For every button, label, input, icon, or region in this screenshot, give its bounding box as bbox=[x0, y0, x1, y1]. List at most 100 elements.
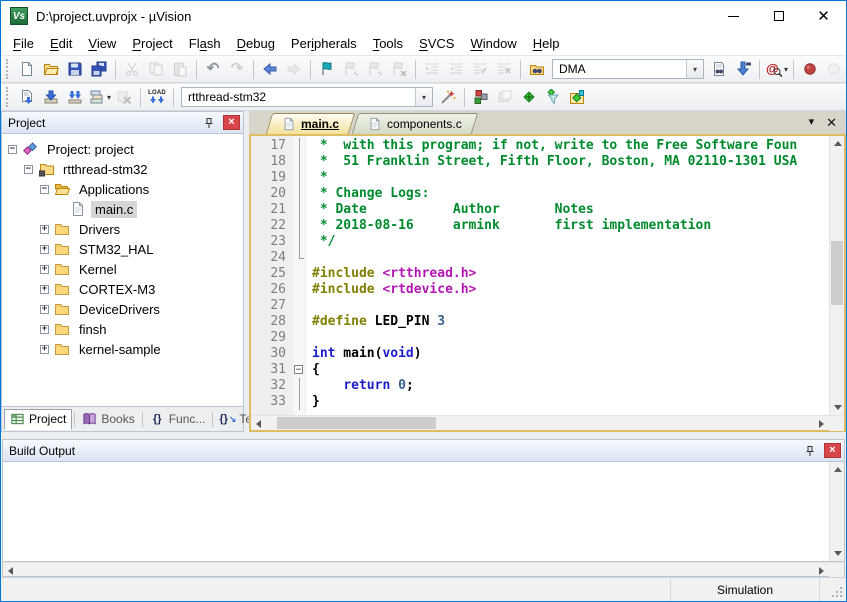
pin-icon[interactable] bbox=[201, 115, 217, 131]
tree-item-finsh[interactable]: +finsh bbox=[2, 319, 243, 339]
editor-tab-main-c[interactable]: main.c bbox=[269, 113, 352, 134]
menu-file[interactable]: File bbox=[5, 33, 42, 54]
panel-tab-books[interactable]: Books bbox=[77, 409, 139, 430]
code-line[interactable]: 29 bbox=[251, 330, 829, 346]
menu-debug[interactable]: Debug bbox=[229, 33, 283, 54]
menu-peripherals[interactable]: Peripherals bbox=[283, 33, 365, 54]
minimize-button[interactable] bbox=[711, 1, 756, 31]
expand-icon[interactable]: + bbox=[40, 245, 49, 254]
rebuild-button[interactable] bbox=[63, 85, 87, 109]
code-line[interactable]: 20 * Change Logs: bbox=[251, 186, 829, 202]
collapse-icon[interactable]: − bbox=[40, 185, 49, 194]
save-all-button[interactable] bbox=[87, 57, 111, 81]
menu-project[interactable]: Project bbox=[124, 33, 180, 54]
scroll-left-button[interactable] bbox=[251, 416, 266, 431]
bookmark-toggle-button[interactable] bbox=[315, 57, 339, 81]
save-button[interactable] bbox=[63, 57, 87, 81]
collapse-icon[interactable]: − bbox=[24, 165, 33, 174]
editor-horizontal-scrollbar[interactable] bbox=[251, 415, 844, 430]
code-line[interactable]: 27 bbox=[251, 298, 829, 314]
find-in-document-button[interactable] bbox=[707, 57, 731, 81]
tree-item-stm32-hal[interactable]: +STM32_HAL bbox=[2, 239, 243, 259]
code-line[interactable]: 30int main(void) bbox=[251, 346, 829, 362]
incremental-find-button[interactable] bbox=[731, 57, 755, 81]
menu-help[interactable]: Help bbox=[525, 33, 568, 54]
maximize-button[interactable] bbox=[756, 1, 801, 31]
select-software-packs-button[interactable] bbox=[541, 85, 565, 109]
panel-tab-func[interactable]: {}Func... bbox=[145, 409, 211, 430]
expand-icon[interactable]: + bbox=[40, 325, 49, 334]
code-line[interactable]: 18 * 51 Franklin Street, Fifth Floor, Bo… bbox=[251, 154, 829, 170]
menu-window[interactable]: Window bbox=[462, 33, 524, 54]
search-combo-dropdown[interactable]: ▾ bbox=[686, 60, 703, 78]
tree-item-rtthread-stm32[interactable]: −rtthread-stm32 bbox=[2, 159, 243, 179]
code-line[interactable]: 31−{ bbox=[251, 362, 829, 378]
expand-icon[interactable]: + bbox=[40, 345, 49, 354]
open-file-button[interactable] bbox=[39, 57, 63, 81]
code-line[interactable]: 26#include <rtdevice.h> bbox=[251, 282, 829, 298]
chevron-down-icon[interactable]: ▾ bbox=[784, 65, 788, 74]
resize-grip[interactable] bbox=[820, 578, 846, 601]
build-output-vertical-scrollbar[interactable] bbox=[829, 462, 844, 561]
project-panel-close-button[interactable]: × bbox=[223, 115, 240, 130]
tree-item-kernel[interactable]: +Kernel bbox=[2, 259, 243, 279]
navigate-back-button[interactable] bbox=[258, 57, 282, 81]
menu-tools[interactable]: Tools bbox=[365, 33, 411, 54]
scroll-right-button[interactable] bbox=[814, 563, 829, 578]
search-combo[interactable]: DMA▾ bbox=[552, 59, 704, 79]
tree-item-devicedrivers[interactable]: +DeviceDrivers bbox=[2, 299, 243, 319]
code-line[interactable]: 28#define LED_PIN 3 bbox=[251, 314, 829, 330]
code-editor[interactable]: 17 * with this program; if not, write to… bbox=[251, 136, 829, 415]
code-line[interactable]: 19 * bbox=[251, 170, 829, 186]
collapse-icon[interactable]: − bbox=[8, 145, 17, 154]
code-line[interactable]: 25#include <rtthread.h> bbox=[251, 266, 829, 282]
translate-button[interactable] bbox=[15, 85, 39, 109]
code-line[interactable]: 24 bbox=[251, 250, 829, 266]
code-line[interactable]: 32 return 0; bbox=[251, 378, 829, 394]
tree-item-main-c[interactable]: main.c bbox=[2, 199, 243, 219]
insert-breakpoint-button[interactable] bbox=[798, 57, 822, 81]
tree-item-drivers[interactable]: +Drivers bbox=[2, 219, 243, 239]
web-search-button[interactable]: @▾ bbox=[764, 57, 789, 81]
manage-project-items-button[interactable] bbox=[469, 85, 493, 109]
scroll-left-button[interactable] bbox=[3, 563, 18, 578]
pin-icon[interactable] bbox=[802, 443, 818, 459]
menu-svcs[interactable]: SVCS bbox=[411, 33, 462, 54]
expand-icon[interactable]: + bbox=[40, 265, 49, 274]
menu-view[interactable]: View bbox=[80, 33, 124, 54]
scroll-right-button[interactable] bbox=[814, 416, 829, 431]
batch-build-button[interactable]: ▾ bbox=[87, 85, 112, 109]
expand-icon[interactable]: + bbox=[40, 285, 49, 294]
code-line[interactable]: 33} bbox=[251, 394, 829, 410]
panel-tab-project[interactable]: Project bbox=[4, 409, 72, 430]
expand-icon[interactable]: + bbox=[40, 225, 49, 234]
scroll-up-button[interactable] bbox=[830, 136, 845, 151]
chevron-down-icon[interactable]: ▾ bbox=[107, 93, 111, 102]
tree-item-project-project[interactable]: −Project: project bbox=[2, 139, 243, 159]
close-button[interactable]: ✕ bbox=[801, 1, 846, 31]
new-file-button[interactable] bbox=[15, 57, 39, 81]
options-for-target-button[interactable] bbox=[436, 85, 460, 109]
code-line[interactable]: 21 * Date Author Notes bbox=[251, 202, 829, 218]
close-document-icon[interactable]: ✕ bbox=[826, 116, 837, 129]
scroll-down-button[interactable] bbox=[830, 546, 845, 561]
scroll-up-button[interactable] bbox=[830, 462, 845, 477]
expand-icon[interactable]: + bbox=[40, 305, 49, 314]
target-select-combo[interactable]: rtthread-stm32▾ bbox=[181, 87, 433, 107]
manage-rte-button[interactable] bbox=[517, 85, 541, 109]
tab-list-dropdown-icon[interactable]: ▾ bbox=[809, 117, 815, 128]
target-select-combo-dropdown[interactable]: ▾ bbox=[415, 88, 432, 106]
undo-button[interactable]: ↶ bbox=[201, 57, 225, 81]
fold-collapse-icon[interactable]: − bbox=[293, 362, 306, 378]
pack-installer-button[interactable] bbox=[565, 85, 589, 109]
code-line[interactable]: 23 */ bbox=[251, 234, 829, 250]
code-line[interactable]: 22 * 2018-08-16 armink first implementat… bbox=[251, 218, 829, 234]
build-output-horizontal-scrollbar[interactable] bbox=[2, 562, 845, 577]
tree-item-kernel-sample[interactable]: +kernel-sample bbox=[2, 339, 243, 359]
editor-tab-components-c[interactable]: components.c bbox=[355, 113, 475, 134]
panel-splitter[interactable] bbox=[1, 432, 846, 439]
horizontal-scroll-thumb[interactable] bbox=[277, 417, 436, 429]
editor-vertical-scrollbar[interactable] bbox=[829, 136, 844, 415]
find-in-files-button[interactable] bbox=[525, 57, 549, 81]
build-output-close-button[interactable]: × bbox=[824, 443, 841, 458]
